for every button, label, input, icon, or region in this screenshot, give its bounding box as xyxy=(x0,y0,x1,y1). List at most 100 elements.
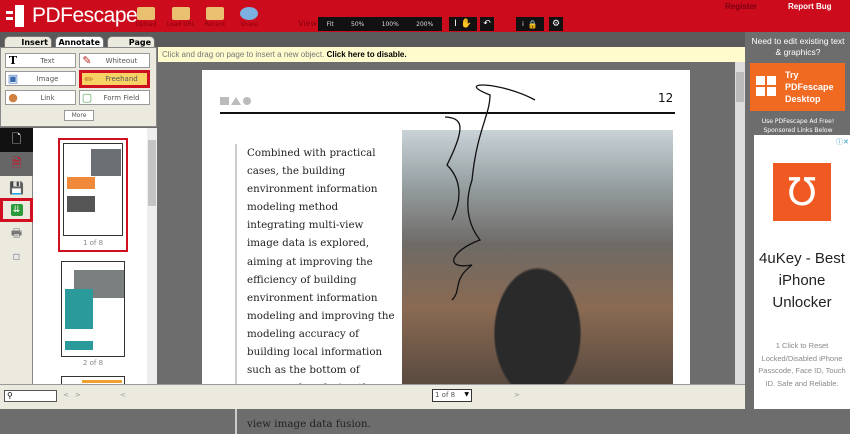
form-field-tool[interactable]: ▢ Form Field xyxy=(79,90,150,105)
save-icon: 💾 xyxy=(9,181,24,195)
info-icon[interactable]: i xyxy=(522,21,524,28)
link-tool[interactable]: ● Link xyxy=(5,90,76,105)
windows-icon xyxy=(756,76,776,96)
ad-body: 1 Click to Reset Locked/Disabled iPhone … xyxy=(758,341,846,388)
thumbnail-2-label: 2 of 8 xyxy=(82,359,104,367)
ad-card[interactable]: ⓘ✕ Ʊ 4uKey - Best iPhone Unlocker 1 Clic… xyxy=(754,135,850,409)
main-scrollbar[interactable] xyxy=(735,62,745,384)
whiteout-label: Whiteout xyxy=(105,56,138,65)
download-icon: ⇊ xyxy=(10,204,23,216)
thumbnail-panel: 1 of 8 2 of 8 xyxy=(33,128,157,386)
page-icon: 🗋 xyxy=(11,131,22,146)
zoom-200[interactable]: 200% xyxy=(416,21,433,28)
recent-button[interactable]: Recent xyxy=(202,2,228,30)
link-folder-icon xyxy=(172,7,190,20)
share-icon xyxy=(240,7,258,20)
thumbnail-scrollbar[interactable] xyxy=(147,128,157,384)
pdf-page[interactable]: 12 Combined with practical cases, the bu… xyxy=(202,70,690,434)
image-tool-label: Image xyxy=(36,74,59,83)
info-lock: i 🔒 xyxy=(516,17,544,31)
search-prev-button[interactable]: < xyxy=(63,391,69,399)
download-button[interactable]: ⇊ xyxy=(0,198,33,222)
pages-button[interactable]: 🗋 xyxy=(0,128,33,152)
zoom-fit[interactable]: Fit xyxy=(327,21,334,28)
gear-icon: ⚙ xyxy=(551,19,561,29)
page-select-value: 1 of 8 xyxy=(435,391,456,399)
form-field-icon: ▢ xyxy=(81,91,93,104)
thumbnail-2[interactable] xyxy=(61,261,125,357)
page-select[interactable]: 1 of 8 ▼ xyxy=(432,389,472,402)
undo-button[interactable]: ↶ xyxy=(480,17,494,31)
settings-button[interactable]: ⚙ xyxy=(549,17,563,31)
load-url-button[interactable]: Load URL xyxy=(167,2,195,30)
upload-button[interactable]: Upload xyxy=(133,2,159,30)
4ukey-logo-icon: Ʊ xyxy=(773,163,831,221)
thumbnail-1-label: 1 of 8 xyxy=(82,239,104,247)
notice-text: Click and drag on page to insert a new o… xyxy=(162,50,325,59)
thumbnail-photo-2 xyxy=(67,196,95,212)
ad-heading: Need to edit existing text & graphics? xyxy=(751,36,845,57)
ad-choices-icon[interactable]: ⓘ✕ xyxy=(836,137,849,147)
zoom-50[interactable]: 50% xyxy=(351,21,364,28)
view-label: View xyxy=(298,19,317,28)
share-side-button[interactable]: ▫ xyxy=(0,244,33,268)
notice-bar: Click and drag on page to insert a new o… xyxy=(158,47,745,62)
save-button[interactable]: 💾 xyxy=(0,176,33,200)
logo-icon xyxy=(6,5,26,27)
freehand-label: Freehand xyxy=(105,75,138,83)
load-url-label: Load URL xyxy=(166,21,196,28)
zoom-bar: Fit 50% 100% 200% xyxy=(318,17,442,31)
search-input[interactable]: ⚲ xyxy=(4,390,57,402)
upload-folder-icon xyxy=(137,7,155,20)
text-tool-icon: T xyxy=(8,54,18,67)
select-tools: I ✋ xyxy=(449,17,477,31)
image-tool[interactable]: ▣ Image xyxy=(5,71,76,86)
pencil-icon: ✏ xyxy=(84,72,94,86)
thumbnail-teal-block xyxy=(65,289,93,329)
logo-text: PDFescape xyxy=(32,4,138,27)
prev-page-button[interactable]: < xyxy=(120,391,126,399)
share-label: Share xyxy=(240,21,258,28)
try-desktop-button[interactable]: Try PDFescape Desktop xyxy=(750,63,845,111)
thumbnail-highlight xyxy=(82,380,122,383)
thumbnail-teal-bar xyxy=(65,341,93,350)
whiteout-tool[interactable]: ✎ Whiteout xyxy=(79,53,150,68)
link-icon: ● xyxy=(8,91,18,104)
disable-link[interactable]: Click here to disable. xyxy=(327,50,407,59)
print-button[interactable]: 🖶 xyxy=(0,222,33,246)
bookmark-page-icon: 🗎 xyxy=(11,155,22,170)
recent-folder-icon xyxy=(206,7,224,20)
bookmarks-button[interactable]: 🗎 xyxy=(0,152,33,176)
print-icon: 🖶 xyxy=(10,225,23,240)
more-button[interactable]: More xyxy=(64,110,94,121)
logo[interactable]: PDFescape xyxy=(6,4,138,28)
register-link[interactable]: Register xyxy=(725,2,757,11)
undo-icon: ↶ xyxy=(483,19,491,29)
whiteout-icon: ✎ xyxy=(82,54,92,67)
link-tool-label: Link xyxy=(40,93,55,102)
report-bug-link[interactable]: Report Bug xyxy=(788,2,832,11)
square-icon: ▫ xyxy=(12,249,21,263)
hand-icon[interactable]: ✋ xyxy=(461,19,472,29)
form-field-label: Form Field xyxy=(103,93,140,102)
freehand-drawing[interactable] xyxy=(202,70,690,384)
zoom-100[interactable]: 100% xyxy=(382,21,399,28)
thumbnail-1[interactable]: 1 of 8 xyxy=(58,138,128,252)
next-page-button[interactable]: > xyxy=(514,391,520,399)
upload-label: Upload xyxy=(135,21,157,28)
chevron-down-icon: ▼ xyxy=(464,391,469,398)
ad-sidebar: Need to edit existing text & graphics? T… xyxy=(745,32,850,409)
text-tool[interactable]: T Text xyxy=(5,53,76,68)
thumbnail-highlight xyxy=(67,177,95,189)
ad-title[interactable]: 4uKey - Best iPhone Unlocker xyxy=(754,248,850,314)
search-next-button[interactable]: > xyxy=(75,391,81,399)
main-scrollbar-thumb[interactable] xyxy=(736,72,744,102)
freehand-tool[interactable]: ✏ Freehand xyxy=(79,70,150,88)
lock-icon[interactable]: 🔒 xyxy=(528,20,538,29)
ad-free-text: Use PDFescape Ad Free! Sponsored Links B… xyxy=(761,118,835,134)
scrollbar-thumb[interactable] xyxy=(148,140,156,206)
recent-label: Recent xyxy=(204,21,226,28)
text-cursor-icon[interactable]: I xyxy=(454,19,457,29)
share-button[interactable]: Share xyxy=(236,2,262,30)
promo-text: Try PDFescape Desktop xyxy=(785,70,834,104)
